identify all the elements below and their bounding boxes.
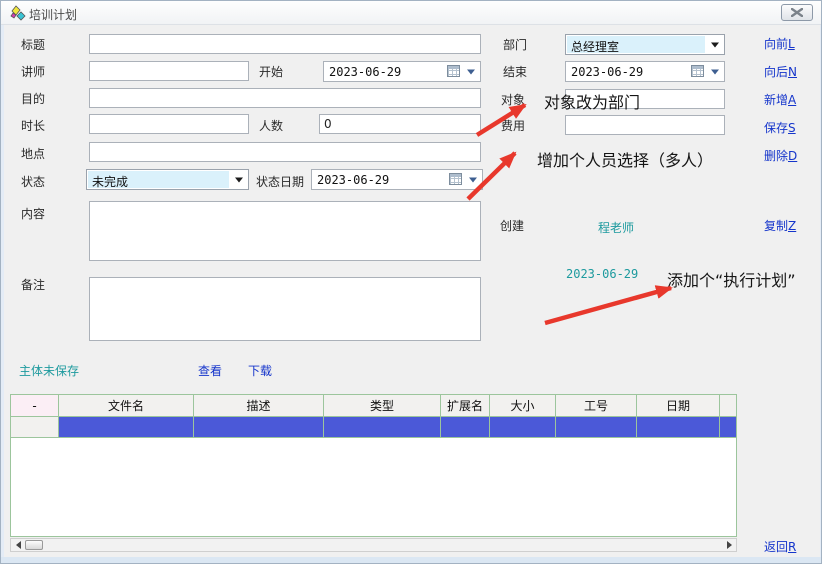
annotation-plan-note: 添加个“执行计划” bbox=[667, 267, 796, 291]
status-dropdown[interactable]: 未完成 bbox=[86, 169, 249, 190]
table-cell[interactable] bbox=[324, 417, 441, 438]
window-title: 培训计划 bbox=[29, 6, 77, 23]
save-button[interactable]: 保存S bbox=[764, 119, 796, 136]
table-cell[interactable] bbox=[441, 417, 490, 438]
table-cell[interactable] bbox=[490, 417, 556, 438]
column-header-empty[interactable] bbox=[720, 395, 736, 417]
end-date-value: 2023-06-29 bbox=[571, 65, 643, 79]
created-date: 2023-06-29 bbox=[566, 267, 638, 281]
scrollbar-thumb[interactable] bbox=[25, 540, 43, 550]
triangle-left-icon bbox=[16, 541, 21, 549]
start-label: 开始 bbox=[259, 65, 283, 79]
created-label: 创建 bbox=[500, 219, 524, 233]
column-header-type[interactable]: 类型 bbox=[324, 395, 441, 417]
column-header-size[interactable]: 大小 bbox=[490, 395, 556, 417]
scroll-right-button[interactable] bbox=[722, 539, 736, 551]
backward-button[interactable]: 向后N bbox=[764, 63, 797, 80]
calendar-icon bbox=[449, 173, 462, 185]
close-icon bbox=[791, 8, 803, 17]
chevron-down-icon[interactable] bbox=[711, 69, 719, 74]
chevron-down-icon[interactable] bbox=[469, 177, 477, 182]
department-dropdown[interactable]: 总经理室 bbox=[565, 34, 725, 55]
department-value: 总经理室 bbox=[571, 38, 619, 55]
delete-button[interactable]: 删除D bbox=[764, 147, 797, 164]
table-cell[interactable] bbox=[637, 417, 720, 438]
start-date-value: 2023-06-29 bbox=[329, 65, 401, 79]
chevron-down-icon[interactable] bbox=[711, 42, 719, 47]
lecturer-label: 讲师 bbox=[21, 65, 45, 79]
department-label: 部门 bbox=[503, 38, 527, 52]
status-label: 状态 bbox=[21, 175, 45, 189]
attachment-table: - 文件名 描述 类型 扩展名 大小 工号 日期 bbox=[10, 394, 737, 537]
row-indicator-cell[interactable] bbox=[11, 417, 59, 438]
creator-name: 程老师 bbox=[598, 219, 634, 236]
status-value: 未完成 bbox=[92, 173, 128, 190]
duration-input[interactable] bbox=[89, 114, 249, 134]
remark-textarea[interactable] bbox=[89, 277, 481, 341]
remark-label: 备注 bbox=[21, 278, 45, 292]
calendar-icon bbox=[447, 65, 460, 77]
status-date-label: 状态日期 bbox=[256, 175, 304, 189]
calendar-icon bbox=[691, 65, 704, 77]
headcount-input[interactable] bbox=[319, 114, 481, 134]
copy-button[interactable]: 复制Z bbox=[764, 217, 796, 234]
annotation-member-note: 增加个人员选择（多人） bbox=[537, 147, 713, 171]
back-button[interactable]: 返回R bbox=[764, 538, 796, 555]
status-date-value: 2023-06-29 bbox=[317, 173, 389, 187]
column-header-extension[interactable]: 扩展名 bbox=[441, 395, 490, 417]
content-label: 内容 bbox=[21, 207, 45, 221]
training-plan-window: 培训计划 标题 讲师 开始 2023-06-29 目的 时长 人数 地点 状态 … bbox=[0, 0, 822, 564]
selected-empty-row[interactable] bbox=[11, 417, 736, 438]
purpose-input[interactable] bbox=[89, 88, 481, 108]
chevron-down-icon[interactable] bbox=[467, 69, 475, 74]
column-header-date[interactable]: 日期 bbox=[637, 395, 720, 417]
download-button[interactable]: 下载 bbox=[248, 362, 272, 379]
status-date-picker[interactable]: 2023-06-29 bbox=[311, 169, 483, 190]
column-header-row-indicator[interactable]: - bbox=[11, 395, 59, 417]
table-header-row: - 文件名 描述 类型 扩展名 大小 工号 日期 bbox=[11, 395, 736, 417]
lecturer-input[interactable] bbox=[89, 61, 249, 81]
forward-button[interactable]: 向前L bbox=[764, 35, 795, 52]
window-frame-bottom bbox=[1, 557, 822, 564]
add-button[interactable]: 新增A bbox=[764, 91, 796, 108]
horizontal-scrollbar[interactable] bbox=[10, 538, 737, 552]
close-button[interactable] bbox=[781, 4, 813, 21]
end-date-picker[interactable]: 2023-06-29 bbox=[565, 61, 725, 82]
table-cell[interactable] bbox=[556, 417, 637, 438]
column-header-description[interactable]: 描述 bbox=[194, 395, 324, 417]
content-textarea[interactable] bbox=[89, 201, 481, 261]
unsaved-status-text: 主体未保存 bbox=[19, 362, 79, 379]
view-button[interactable]: 查看 bbox=[198, 362, 222, 379]
annotation-target-note: 对象改为部门 bbox=[544, 89, 640, 113]
column-header-employee-id[interactable]: 工号 bbox=[556, 395, 637, 417]
duration-label: 时长 bbox=[21, 119, 45, 133]
target-label: 对象 bbox=[501, 93, 525, 107]
location-label: 地点 bbox=[21, 147, 45, 161]
cost-label: 费用 bbox=[501, 119, 525, 133]
title-input[interactable] bbox=[89, 34, 481, 54]
start-date-picker[interactable]: 2023-06-29 bbox=[323, 61, 481, 82]
purpose-label: 目的 bbox=[21, 92, 45, 106]
table-cell[interactable] bbox=[194, 417, 324, 438]
window-frame-left bbox=[1, 25, 4, 557]
location-input[interactable] bbox=[89, 142, 481, 162]
end-label: 结束 bbox=[503, 65, 527, 79]
arrow-to-plan-note bbox=[545, 288, 671, 323]
title-label: 标题 bbox=[21, 38, 45, 52]
headcount-label: 人数 bbox=[259, 119, 283, 133]
window-icon bbox=[9, 5, 27, 21]
cost-input[interactable] bbox=[565, 115, 725, 135]
titlebar: 培训计划 bbox=[1, 1, 822, 25]
table-cell[interactable] bbox=[720, 417, 736, 438]
table-cell[interactable] bbox=[59, 417, 194, 438]
triangle-right-icon bbox=[727, 541, 732, 549]
chevron-down-icon[interactable] bbox=[235, 177, 243, 182]
scroll-left-button[interactable] bbox=[11, 539, 25, 551]
column-header-filename[interactable]: 文件名 bbox=[59, 395, 194, 417]
